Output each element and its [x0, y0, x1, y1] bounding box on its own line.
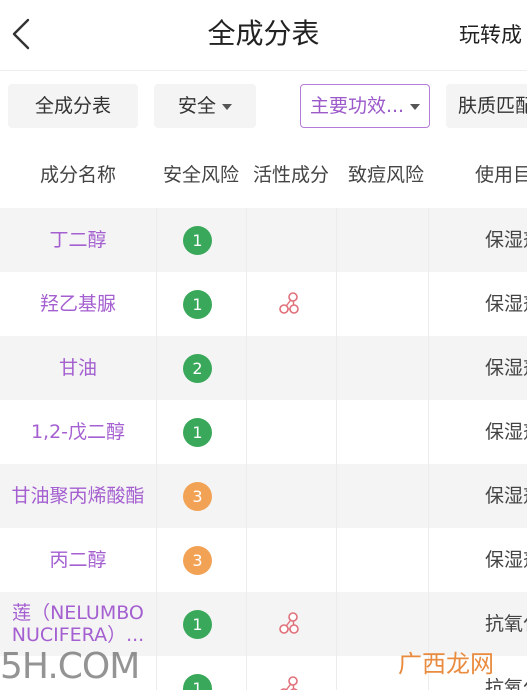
safety-risk-badge: 1 — [183, 290, 212, 319]
table-row[interactable]: 甘油 2 保湿剂 — [0, 336, 527, 400]
table-row[interactable]: 丙二醇 3 保湿剂 — [0, 528, 527, 592]
molecule-icon — [279, 612, 299, 634]
page-title: 全成分表 — [207, 17, 320, 50]
filter-bar: 全成分表 安全 主要功效... 肤质匹配 — [0, 70, 527, 140]
table-row[interactable]: 1,2-戊二醇 1 保湿剂 — [0, 400, 527, 464]
table-row[interactable]: 羟乙基脲 1 保湿剂 — [0, 272, 527, 336]
cell-divider — [428, 336, 429, 400]
table-row[interactable]: 丁二醇 1 保湿剂 — [0, 208, 527, 272]
safety-risk-badge: 3 — [183, 482, 212, 511]
filter-main-effect[interactable]: 主要功效... — [300, 84, 430, 128]
safety-risk-badge: 1 — [183, 418, 212, 447]
usage-purpose: 保湿剂 — [485, 293, 527, 315]
cell-divider — [246, 656, 247, 690]
column-header-name: 成分名称 — [39, 164, 116, 186]
cell-divider — [336, 336, 337, 400]
cell-divider — [156, 336, 157, 400]
cell-divider — [336, 592, 337, 656]
safety-risk-badge: 1 — [183, 226, 212, 255]
watermark-left: 5H.COM — [0, 646, 140, 687]
ingredient-name[interactable]: 羟乙基脲 — [0, 272, 156, 336]
table-row[interactable]: 甘油聚丙烯酸酯 3 保湿剂 — [0, 464, 527, 528]
cell-divider — [246, 528, 247, 592]
caret-down-icon — [410, 103, 421, 110]
cell-divider — [336, 208, 337, 272]
cell-divider — [336, 400, 337, 464]
cell-divider — [428, 464, 429, 528]
safety-risk-badge: 3 — [183, 546, 212, 575]
usage-purpose: 保湿剂 — [485, 421, 527, 443]
cell-divider — [336, 464, 337, 528]
usage-purpose: 保湿剂 — [485, 549, 527, 571]
ingredient-name[interactable]: 甘油 — [0, 336, 156, 400]
cell-divider — [246, 592, 247, 656]
cell-divider — [428, 272, 429, 336]
ingredient-name[interactable]: 甘油聚丙烯酸酯 — [0, 464, 156, 528]
cell-divider — [336, 656, 337, 690]
cell-divider — [246, 336, 247, 400]
cell-divider — [156, 272, 157, 336]
usage-purpose: 保湿剂 — [485, 229, 527, 251]
cell-divider — [156, 400, 157, 464]
cell-divider — [246, 208, 247, 272]
cell-divider — [428, 400, 429, 464]
cell-divider — [246, 400, 247, 464]
ingredient-name[interactable]: 1,2-戊二醇 — [0, 400, 156, 464]
cell-divider — [156, 528, 157, 592]
cell-divider — [156, 656, 157, 690]
cell-divider — [156, 208, 157, 272]
cell-divider — [428, 528, 429, 592]
molecule-icon — [280, 676, 298, 690]
cell-divider — [156, 592, 157, 656]
ingredient-name[interactable]: 丙二醇 — [0, 528, 156, 592]
column-header-active: 活性成分 — [252, 164, 329, 186]
molecule-icon — [279, 292, 299, 314]
safety-risk-badge: 1 — [183, 674, 212, 690]
column-header-use: 使用目 — [475, 164, 527, 186]
top-nav-bar: 全成分表 玩转成 — [0, 0, 527, 71]
column-header-safety-risk: 安全风险 — [162, 164, 239, 186]
cell-divider — [428, 208, 429, 272]
ingredient-name[interactable]: 丁二醇 — [0, 208, 156, 272]
filter-skin-type[interactable]: 肤质匹配 — [446, 84, 527, 128]
filter-safety[interactable]: 安全 — [154, 84, 256, 128]
usage-purpose: 保湿剂 — [485, 357, 527, 379]
safety-risk-badge: 2 — [183, 354, 212, 383]
filter-all-ingredients[interactable]: 全成分表 — [8, 84, 138, 128]
caret-down-icon — [222, 103, 232, 110]
cell-divider — [336, 272, 337, 336]
watermark-right: 广西龙网 — [398, 650, 494, 678]
cell-divider — [246, 272, 247, 336]
safety-risk-badge: 1 — [183, 610, 212, 639]
table-header: 成分名称 安全风险 活性成分 致痘风险 使用目 — [0, 142, 527, 208]
header-right-link[interactable]: 玩转成 — [459, 18, 522, 52]
cell-divider — [156, 464, 157, 528]
cell-divider — [246, 464, 247, 528]
column-header-acne-risk: 致痘风险 — [347, 164, 424, 186]
usage-purpose: 保湿剂 — [485, 485, 527, 507]
cell-divider — [336, 528, 337, 592]
ingredient-table: 丁二醇1保湿剂羟乙基脲1保湿剂甘油2保湿剂1,2-戊二醇1保湿剂甘油聚丙烯酸酯3… — [0, 208, 527, 690]
